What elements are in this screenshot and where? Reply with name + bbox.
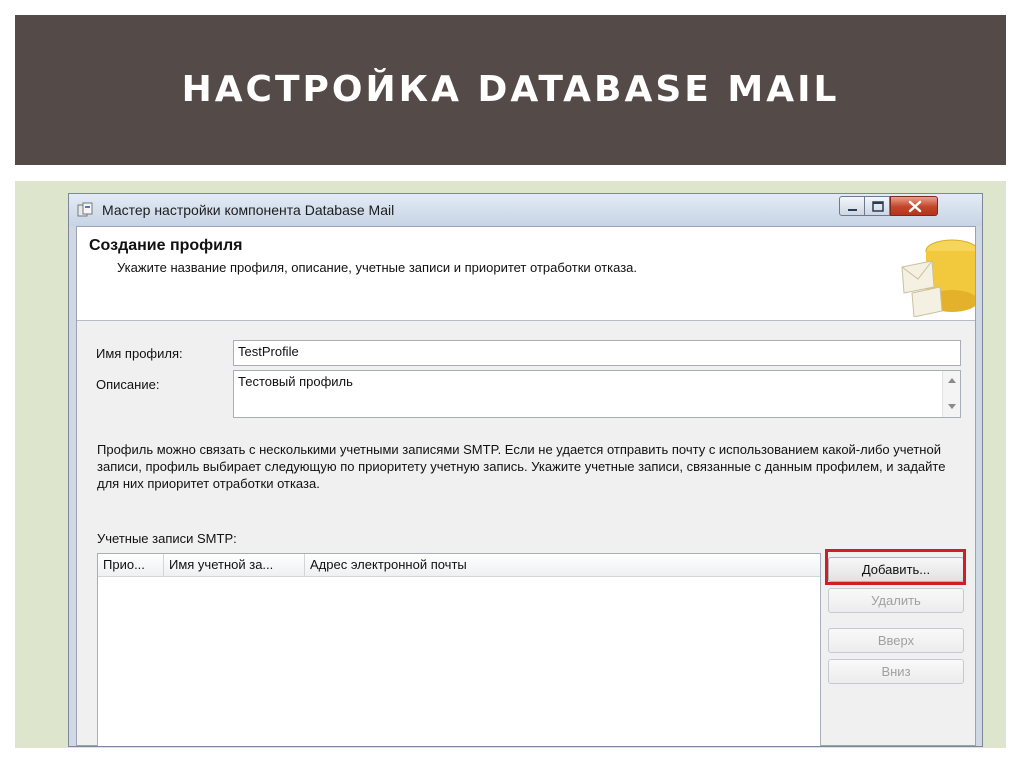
column-header-email[interactable]: Адрес электронной почты bbox=[305, 554, 820, 576]
description-scrollbar[interactable] bbox=[942, 371, 960, 417]
info-text: Профиль можно связать с несколькими учет… bbox=[97, 442, 946, 491]
maximize-icon bbox=[872, 201, 884, 212]
profile-name-label: Имя профиля: bbox=[96, 346, 183, 361]
smtp-accounts-label: Учетные записи SMTP: bbox=[97, 531, 237, 546]
column-header-account-name[interactable]: Имя учетной за... bbox=[164, 554, 305, 576]
description-label: Описание: bbox=[96, 377, 160, 392]
wizard-app-icon bbox=[77, 202, 93, 218]
minimize-button[interactable] bbox=[839, 196, 865, 216]
smtp-accounts-grid[interactable]: Прио... Имя учетной за... Адрес электрон… bbox=[97, 553, 821, 746]
move-down-button[interactable]: Вниз bbox=[828, 659, 964, 684]
move-up-button[interactable]: Вверх bbox=[828, 628, 964, 653]
maximize-button[interactable] bbox=[864, 196, 890, 216]
window-title: Мастер настройки компонента Database Mai… bbox=[102, 202, 395, 218]
grid-header: Прио... Имя учетной за... Адрес электрон… bbox=[98, 554, 820, 577]
page-subheading: Укажите название профиля, описание, учет… bbox=[117, 260, 638, 275]
slide-title-bar: НАСТРОЙКА DATABASE MAIL bbox=[15, 15, 1006, 165]
remove-account-button[interactable]: Удалить bbox=[828, 588, 964, 613]
add-button-highlight bbox=[825, 549, 966, 585]
scroll-up-arrow-icon[interactable] bbox=[947, 376, 957, 384]
close-icon bbox=[908, 200, 922, 213]
description-textarea[interactable]: Тестовый профиль bbox=[233, 370, 961, 418]
page-heading: Создание профиля bbox=[89, 237, 243, 254]
wizard-body: Создание профиля Укажите название профил… bbox=[76, 226, 979, 746]
slide-title: НАСТРОЙКА DATABASE MAIL bbox=[181, 69, 840, 110]
profile-name-input[interactable]: TestProfile bbox=[233, 340, 961, 366]
description-value: Тестовый профиль bbox=[238, 374, 353, 389]
wizard-header: Создание профиля Укажите название профил… bbox=[77, 227, 979, 321]
window-titlebar[interactable]: Мастер настройки компонента Database Mai… bbox=[69, 194, 982, 226]
scroll-down-arrow-icon[interactable] bbox=[947, 403, 957, 411]
database-mail-wizard-icon bbox=[900, 231, 979, 318]
column-header-priority[interactable]: Прио... bbox=[98, 554, 164, 576]
wizard-window: Мастер настройки компонента Database Mai… bbox=[68, 193, 983, 747]
minimize-icon bbox=[848, 209, 857, 211]
close-button[interactable] bbox=[890, 196, 938, 216]
profile-name-value: TestProfile bbox=[238, 344, 299, 359]
